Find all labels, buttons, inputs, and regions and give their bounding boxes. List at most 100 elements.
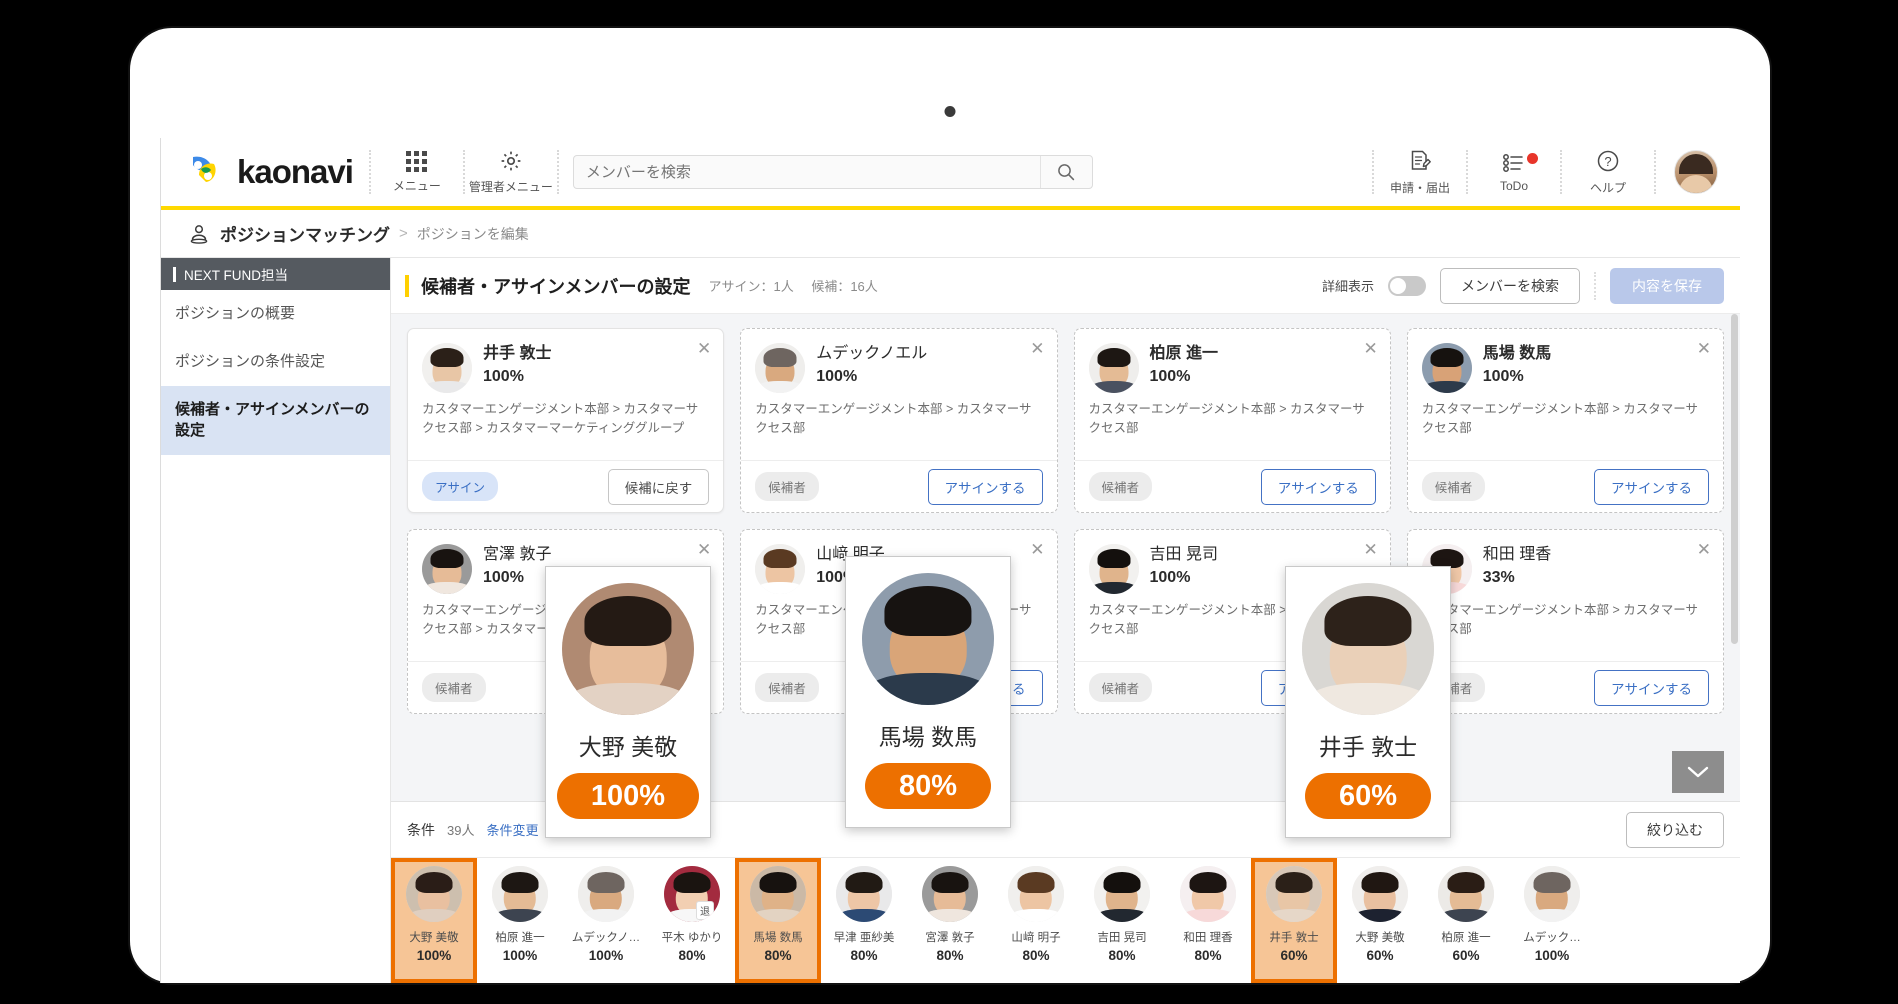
sidebar-item-label: 候補者・アサインメンバーの設定	[175, 400, 370, 440]
member-name: 柏原 進一	[1149, 345, 1218, 362]
thumbnail-item[interactable]: 山﨑 明子 80%	[993, 858, 1079, 983]
change-condition-link[interactable]: 条件変更	[486, 820, 538, 839]
page-title: 候補者・アサインメンバーの設定	[421, 276, 691, 297]
member-card-top: 井手 敦士 100%	[408, 329, 723, 393]
close-icon[interactable]: ✕	[1364, 340, 1378, 357]
search-input[interactable]	[573, 163, 1040, 181]
condition-count: 39人	[447, 823, 475, 838]
return-to-candidates-button[interactable]: 候補に戻す	[607, 468, 710, 505]
thumbnail-name: 井手 敦士	[1269, 932, 1319, 944]
header-divider-3	[556, 150, 559, 194]
thumbnail-photo	[1266, 866, 1322, 922]
todo-list-icon	[1503, 153, 1523, 172]
breadcrumb-main[interactable]: ポジションマッチング	[220, 221, 390, 246]
admin-menu-button[interactable]: 管理者メニュー	[465, 149, 557, 195]
breadcrumb: ポジションマッチング > ポジションを編集	[161, 210, 1740, 258]
member-card[interactable]: ✕ 柏原 進一 100% カスタマーエンゲージメント本部 > カスタマーサクセス…	[1073, 328, 1391, 513]
thumbnail-photo	[922, 866, 978, 922]
close-icon[interactable]: ✕	[697, 541, 711, 558]
thumbnail-name: 平木 ゆかり	[661, 932, 723, 944]
filter-button[interactable]: 絞り込む	[1626, 811, 1724, 848]
member-department: カスタマーエンゲージメント本部 > カスタマーサクセス部	[1088, 402, 1365, 436]
sidebar-item-overview[interactable]: ポジションの概要	[161, 290, 390, 338]
member-photo	[1421, 343, 1472, 393]
thumbnail-item[interactable]: 退 平木 ゆかり 80%	[649, 858, 735, 983]
todo-button[interactable]: ToDo	[1468, 152, 1560, 193]
thumbnail-item[interactable]: 早津 亜紗美 80%	[821, 858, 907, 983]
scroll-down-button[interactable]	[1672, 751, 1724, 793]
detail-toggle-label: 詳細表示	[1321, 279, 1374, 294]
thumbnail-item[interactable]: 大野 美敬 60%	[1337, 858, 1423, 983]
member-department: カスタマーエンゲージメント本部 > カスタマーサクセス部	[1421, 402, 1698, 436]
user-avatar[interactable]	[1674, 150, 1718, 194]
close-icon[interactable]: ✕	[1697, 340, 1711, 357]
thumbnail-item[interactable]: 宮澤 敦子 80%	[907, 858, 993, 983]
sidebar-item-candidates[interactable]: 候補者・アサインメンバーの設定	[161, 385, 390, 455]
candidate-count: 候補：16人	[811, 279, 878, 294]
thumbnail-name: 柏原 進一	[1441, 932, 1491, 944]
thumbnail-item[interactable]: 柏原 進一 100%	[477, 858, 563, 983]
assign-button[interactable]: アサインする	[1594, 669, 1709, 706]
kaonavi-logo[interactable]: kaonavi	[161, 153, 369, 191]
thumbnail-photo	[1352, 866, 1408, 922]
member-card-row: ✕ 井手 敦士 100% カスタマーエンゲージメント本部 > カスタマーサクセス…	[407, 328, 1724, 513]
search-member-button[interactable]: メンバーを検索	[1440, 267, 1580, 304]
member-match-percent: 100%	[1149, 367, 1191, 385]
close-icon[interactable]: ✕	[1030, 541, 1044, 558]
thumbnail-item[interactable]: 井手 敦士 60%	[1251, 858, 1337, 983]
thumbnail-item[interactable]: ムデックノ… 100%	[563, 858, 649, 983]
detail-display-toggle[interactable]	[1388, 275, 1426, 296]
assign-button[interactable]: アサインする	[927, 468, 1043, 505]
member-card[interactable]: ✕ ムデックノエル 100% カスタマーエンゲージメント本部 > カスタマーサク…	[740, 328, 1058, 513]
thumbnail-item[interactable]: 馬場 数馬 80%	[735, 858, 821, 983]
sidebar-item-conditions[interactable]: ポジションの条件設定	[161, 338, 390, 386]
thumbnail-percent: 80%	[764, 948, 792, 963]
scrollbar-thumb[interactable]	[1731, 314, 1738, 644]
gear-icon	[501, 151, 521, 171]
member-card-top: 柏原 進一 100%	[1075, 329, 1390, 393]
member-card[interactable]: ✕ 馬場 数馬 100% カスタマーエンゲージメント本部 > カスタマーサクセス…	[1406, 328, 1724, 513]
panel-divider	[1594, 271, 1596, 300]
thumbnail-photo: 退	[664, 866, 720, 922]
menu-button[interactable]: メニュー	[371, 150, 463, 194]
close-icon[interactable]: ✕	[1364, 541, 1378, 558]
member-department: カスタマーエンゲージメント本部 > カスタマーサクセス部	[1421, 603, 1698, 637]
thumbnail-percent: 60%	[1280, 948, 1308, 963]
assign-button[interactable]: アサインする	[1594, 468, 1709, 505]
browser-screen: kaonavi メニュー 管理者メニュー メンバーを検索 申請・届出 ToDo …	[160, 138, 1740, 983]
member-card[interactable]: ✕ 和田 理香 33% カスタマーエンゲージメント本部 > カスタマーサ セス部…	[1406, 529, 1724, 714]
global-search[interactable]	[572, 155, 1093, 189]
thumbnail-item[interactable]: 吉田 晃司 80%	[1079, 858, 1165, 983]
member-preview-popover[interactable]: 大野 美敬 100%	[545, 566, 711, 839]
thumbnail-photo	[406, 866, 462, 922]
thumbnail-percent: 80%	[850, 948, 878, 963]
member-preview-popover[interactable]: 井手 敦士 60%	[1285, 566, 1451, 839]
thumbnail-photo	[578, 866, 634, 922]
help-button[interactable]: ? ヘルプ	[1562, 148, 1654, 196]
applications-button[interactable]: 申請・届出	[1374, 148, 1466, 196]
close-icon[interactable]: ✕	[697, 340, 711, 357]
close-icon[interactable]: ✕	[1030, 340, 1044, 357]
thumbnail-percent: 80%	[1022, 948, 1050, 963]
retired-tag: 退	[696, 901, 714, 920]
close-icon[interactable]: ✕	[1697, 541, 1711, 558]
member-card[interactable]: ✕ 井手 敦士 100% カスタマーエンゲージメント本部 > カスタマーサクセス…	[407, 328, 725, 513]
thumbnail-item[interactable]: 和田 理香 80%	[1165, 858, 1251, 983]
thumbnail-item[interactable]: 大野 美敬 100%	[391, 858, 477, 983]
save-button[interactable]: 内容を保存	[1610, 267, 1724, 304]
member-card-top: ムデックノエル 100%	[741, 329, 1056, 393]
popover-photo	[1302, 583, 1434, 715]
thumbnail-item[interactable]: 柏原 進一 60%	[1423, 858, 1509, 983]
thumbnail-item[interactable]: ムデック… 100%	[1509, 858, 1595, 983]
assign-button[interactable]: アサインする	[1260, 468, 1376, 505]
thumbnail-name: 山﨑 明子	[1011, 932, 1061, 944]
thumbnail-name: ムデックノ…	[571, 932, 641, 944]
member-department: カスタマーエンゲージメント本部 > カスタマーサクセス部	[755, 402, 1032, 436]
thumbnail-name: 早津 亜紗美	[833, 932, 895, 944]
candidate-thumbnail-strip[interactable]: 大野 美敬 100% 柏原 進一 100% ムデックノ… 100% 退 平木 ゆ…	[391, 857, 1740, 983]
position-matching-icon	[190, 224, 208, 244]
member-card-footer: 候補者 アサインする	[1407, 460, 1723, 512]
search-submit-button[interactable]	[1039, 156, 1092, 188]
member-preview-popover[interactable]: 馬場 数馬 80%	[845, 556, 1011, 829]
sidebar-header: NEXT FUND担当	[161, 258, 390, 290]
